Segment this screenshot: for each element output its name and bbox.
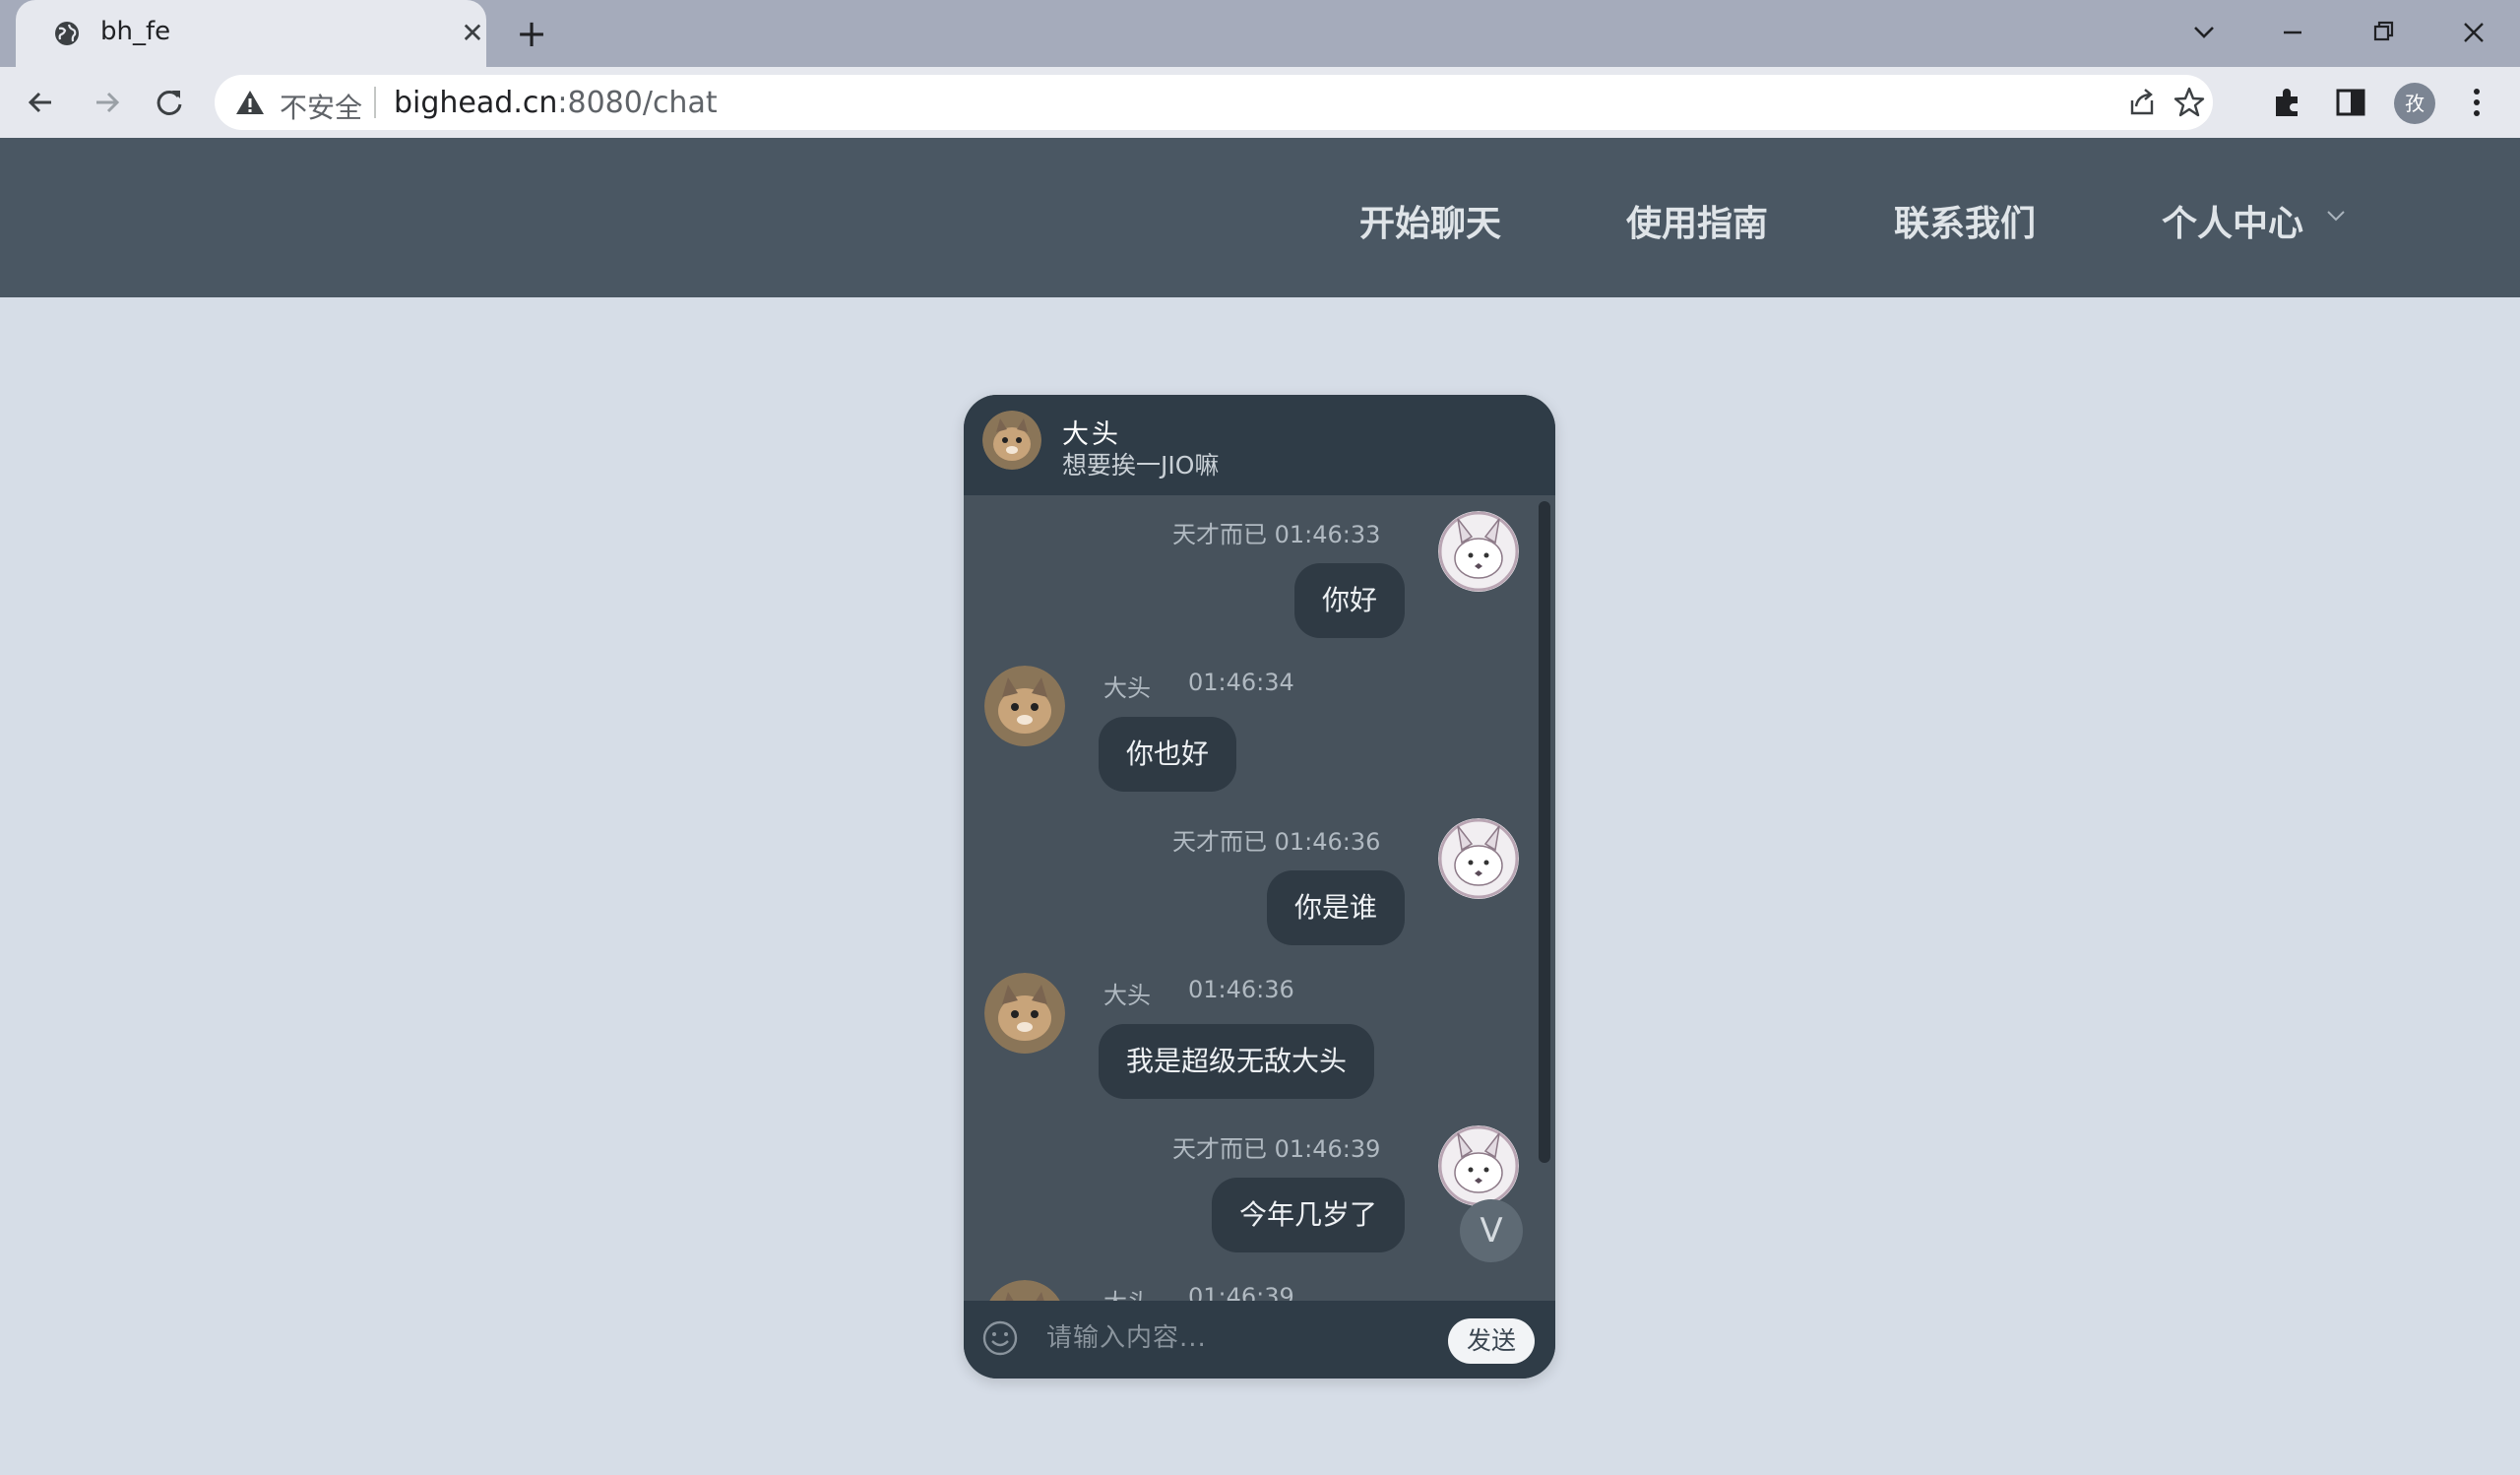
star-icon[interactable] [2172,85,2207,120]
send-button[interactable]: 发送 [1448,1318,1535,1364]
profile-avatar[interactable]: 孜 [2394,83,2435,124]
browser-menu-icon[interactable] [2461,81,2492,124]
tab-search-chevron-down-icon[interactable] [2181,10,2227,55]
contact-avatar[interactable] [982,411,1041,470]
url-text[interactable]: bighead.cn:8080/chat [394,86,718,120]
self-avatar[interactable] [1438,511,1519,592]
v-float-button[interactable]: V [1460,1199,1523,1262]
nav-user-guide[interactable]: 使用指南 [1626,195,1768,246]
message-meta: 天才而已 01:46:39 [1172,1135,1381,1163]
restore-icon[interactable] [2361,10,2406,55]
self-avatar[interactable] [1438,1125,1519,1206]
tab-title: bh_fe [100,17,171,46]
address-divider [374,87,376,118]
url-path: :8080/chat [557,86,718,120]
message-time: 01:46:36 [1188,976,1294,1003]
new-tab-plus-icon[interactable]: + [512,14,551,53]
emoji-icon[interactable] [980,1318,1020,1358]
browser-toolbar: 不安全 bighead.cn:8080/chat 孜 [0,67,2520,138]
browser-tab[interactable]: bh_fe ✕ [16,0,486,67]
self-avatar[interactable] [1438,818,1519,899]
globe-icon [55,22,79,45]
message-sender: 大头 [1103,674,1151,702]
url-host: bighead.cn [394,86,558,120]
side-panel-icon[interactable] [2331,83,2370,122]
warning-icon[interactable] [234,87,266,118]
contact-message-avatar[interactable] [984,1280,1065,1301]
message-sender: 大头 [1103,982,1151,1009]
message-time: 01:46:34 [1188,669,1294,696]
minimize-icon[interactable] [2270,10,2315,55]
chat-header: 大头 想要挨一JIO嘛 [964,395,1555,495]
message-bubble: 我是超级无敌大头 [1099,1024,1375,1099]
chat-input-bar: 发送 [964,1301,1555,1379]
message-bubble: 你也好 [1099,717,1237,792]
security-label[interactable]: 不安全 [280,87,362,126]
message-meta: 天才而已 01:46:33 [1172,521,1381,548]
message-input[interactable] [1046,1316,1401,1360]
message-sender: 大头 [1103,1283,1151,1301]
chat-window: 大头 想要挨一JIO嘛 天才而已 01:46:33 你好 大头 01:46:34 [964,395,1555,1379]
message-bubble: 你是谁 [1266,870,1405,945]
message-time: 01:46:39 [1188,1283,1294,1301]
address-bar[interactable]: 不安全 bighead.cn:8080/chat [215,75,2213,130]
share-icon[interactable] [2124,85,2160,120]
tab-close-icon[interactable]: ✕ [455,16,490,51]
message-bubble: 你好 [1293,563,1405,638]
message-list[interactable]: 天才而已 01:46:33 你好 大头 01:46:34 你也好 天才而已 01… [964,495,1555,1301]
caret-down-icon[interactable] [2325,209,2347,223]
message-bubble: 今年几岁了 [1211,1178,1405,1252]
extensions-icon[interactable] [2268,83,2307,122]
browser-tab-strip: bh_fe ✕ + [0,0,2520,67]
site-header: 开始聊天 使用指南 联系我们 个人中心 [0,138,2520,297]
contact-status: 想要挨一JIO嘛 [1062,451,1220,480]
nav-start-chat[interactable]: 开始聊天 [1359,195,1501,246]
back-icon[interactable] [22,83,61,122]
contact-message-avatar[interactable] [984,973,1065,1054]
contact-message-avatar[interactable] [984,666,1065,746]
reload-icon[interactable] [150,83,189,122]
nav-personal-center[interactable]: 个人中心 [2162,195,2303,246]
window-close-icon[interactable] [2451,10,2496,55]
forward-icon[interactable] [87,83,126,122]
message-meta: 天才而已 01:46:36 [1172,828,1381,856]
message-scrollbar[interactable] [1539,501,1550,1163]
nav-contact-us[interactable]: 联系我们 [1894,195,2036,246]
